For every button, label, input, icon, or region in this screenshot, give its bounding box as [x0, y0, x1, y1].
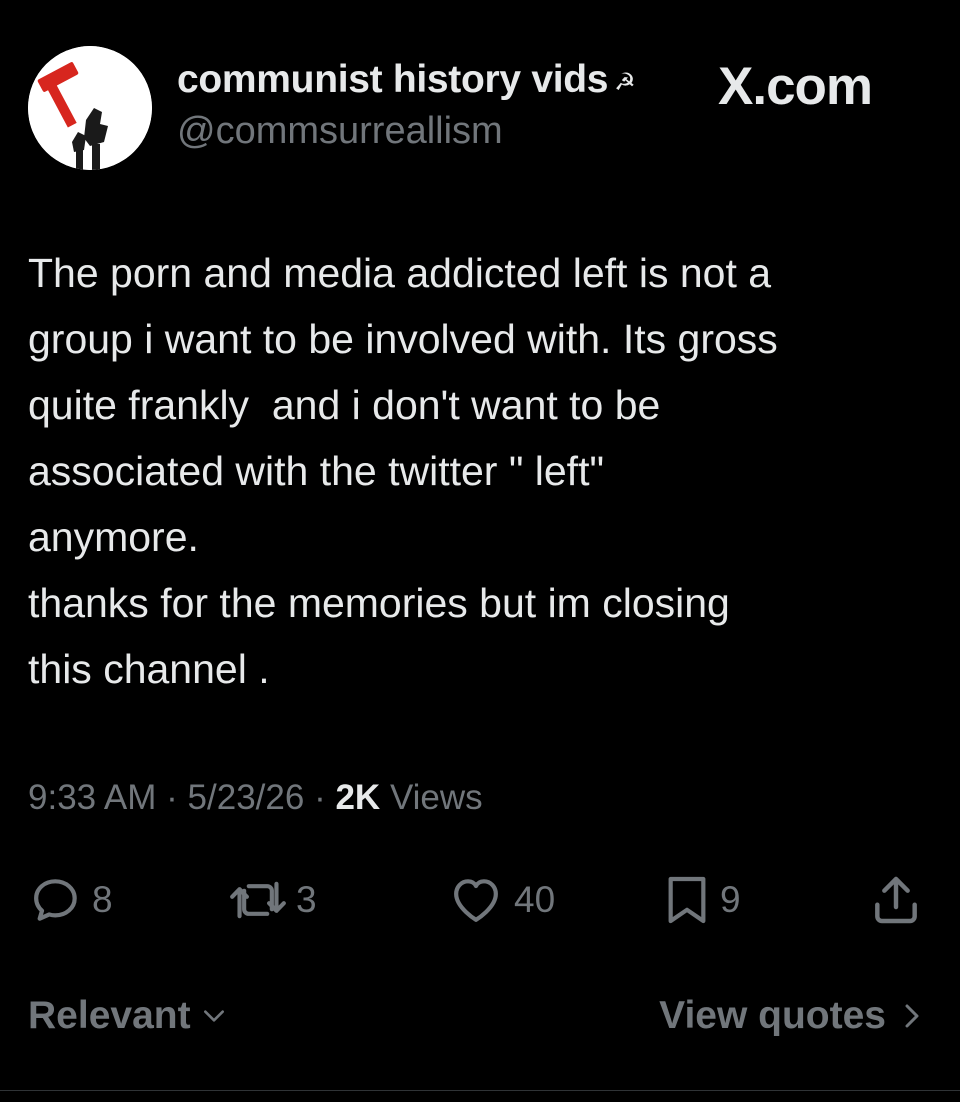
x-brand-logo: X.com	[718, 57, 873, 116]
meta-separator: ·	[314, 778, 326, 817]
display-name[interactable]: communist history vids ☭	[177, 58, 636, 102]
reply-button[interactable]: 8	[28, 870, 113, 930]
chevron-right-icon	[905, 1004, 919, 1028]
divider	[0, 1090, 960, 1091]
heart-icon	[454, 879, 498, 922]
bookmark-count: 9	[720, 879, 741, 920]
avatar[interactable]	[28, 46, 152, 170]
sort-label: Relevant	[28, 994, 191, 1037]
tweet-meta: 9:33 AM · 5/23/26 · 2K Views	[28, 778, 483, 818]
view-quotes-label: View quotes	[659, 994, 886, 1037]
hammer-sickle-icon: ☭	[614, 69, 636, 96]
meta-separator: ·	[166, 778, 178, 817]
sort-dropdown[interactable]: Relevant	[28, 994, 227, 1038]
repost-count: 3	[296, 879, 317, 920]
repost-icon	[230, 881, 286, 919]
bookmark-button[interactable]: 9	[662, 870, 741, 930]
tweet-screenshot: communist history vids ☭ @commsurreallism…	[0, 0, 960, 1102]
display-name-text: communist history vids	[177, 58, 609, 101]
user-handle[interactable]: @commsurreallism	[177, 110, 503, 153]
tweet-time[interactable]: 9:33 AM	[28, 778, 156, 817]
repost-button[interactable]: 3	[228, 870, 317, 930]
chevron-down-icon	[203, 1010, 224, 1022]
hammer-sickle-avatar-icon	[28, 46, 152, 170]
share-button[interactable]	[868, 870, 924, 930]
tweet-text: The porn and media addicted left is not …	[28, 250, 778, 692]
like-button[interactable]: 40	[446, 870, 555, 930]
view-quotes-link[interactable]: View quotes	[659, 994, 922, 1038]
like-count: 40	[514, 879, 556, 920]
views-count: 2K	[335, 778, 381, 817]
bookmark-icon	[668, 876, 706, 924]
reply-count: 8	[92, 879, 113, 920]
tweet-date[interactable]: 5/23/26	[188, 778, 305, 817]
views-label: Views	[389, 778, 483, 817]
share-icon	[875, 876, 917, 924]
reply-icon	[34, 879, 77, 921]
